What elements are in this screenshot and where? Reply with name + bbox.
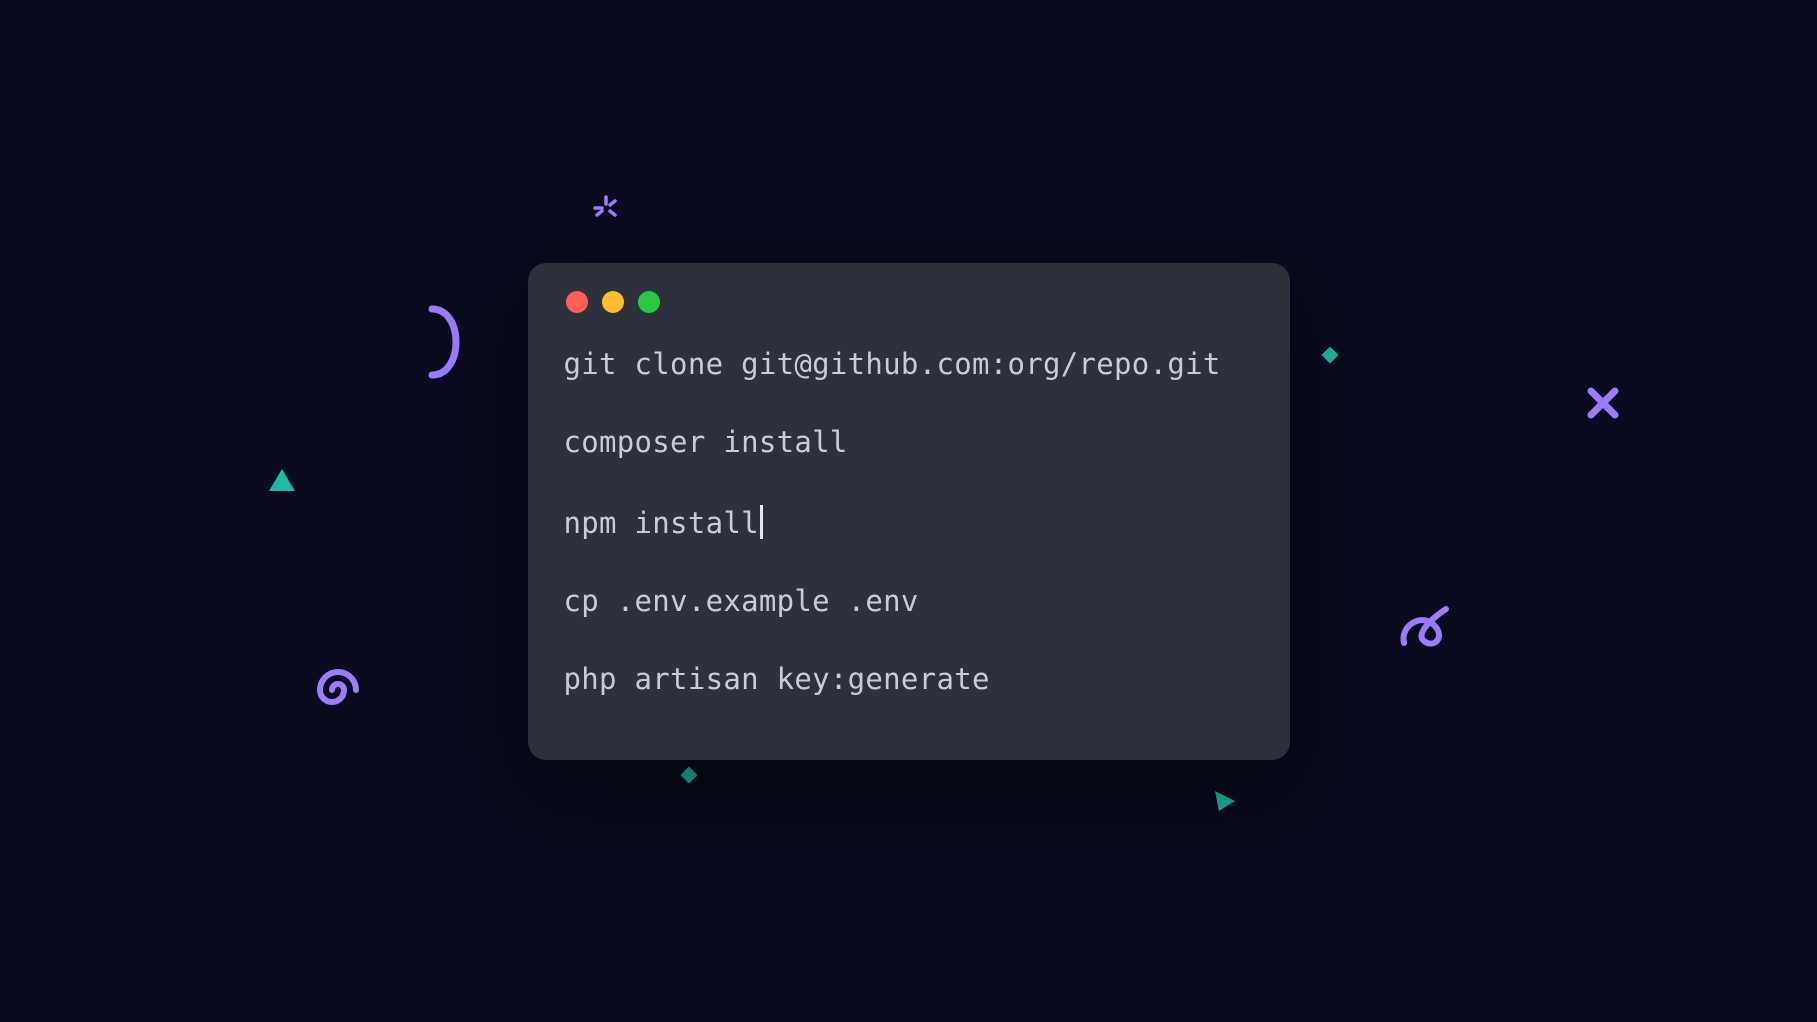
window-controls	[564, 291, 1254, 313]
text-cursor	[760, 505, 763, 539]
halfcircle-icon	[424, 303, 474, 381]
terminal-line: git clone git@github.com:org/repo.git	[564, 349, 1254, 381]
terminal-line: npm install	[564, 505, 1254, 540]
terminal-content[interactable]: git clone git@github.com:org/repo.git com…	[564, 349, 1254, 695]
terminal-line: cp .env.example .env	[564, 586, 1254, 618]
triangle-right-icon	[1211, 787, 1239, 813]
diamond-icon	[1316, 341, 1344, 369]
cross-icon	[1583, 383, 1623, 423]
terminal-line: php artisan key:generate	[564, 664, 1254, 696]
zoom-button[interactable]	[638, 291, 660, 313]
triangle-up-icon	[267, 467, 297, 493]
terminal-window: git clone git@github.com:org/repo.git com…	[528, 263, 1290, 760]
squiggle-icon	[1394, 595, 1464, 655]
minimize-button[interactable]	[602, 291, 624, 313]
spiral-icon	[306, 658, 370, 722]
spark-icon	[591, 193, 621, 223]
terminal-line: composer install	[564, 427, 1254, 459]
canvas: git clone git@github.com:org/repo.git com…	[181, 103, 1637, 919]
diamond-icon	[675, 761, 703, 789]
close-button[interactable]	[566, 291, 588, 313]
